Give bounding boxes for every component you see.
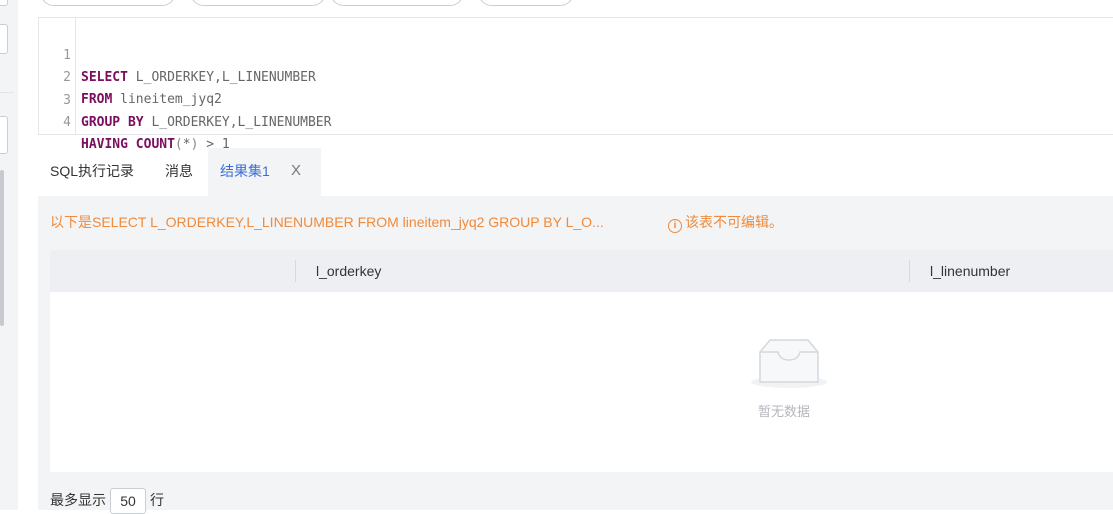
code-line: 4 HAVING COUNT(*) > 1 <box>39 90 230 152</box>
left-scrollbar[interactable] <box>0 170 4 326</box>
column-header-l-orderkey[interactable]: l_orderkey <box>316 250 381 292</box>
query-notice: 以下是SELECT L_ORDERKEY,L_LINENUMBER FROM l… <box>50 214 604 230</box>
column-divider[interactable] <box>909 260 910 282</box>
left-control[interactable] <box>0 116 8 154</box>
tab-sql-history[interactable]: SQL执行记录 <box>50 148 134 196</box>
tab-result-label: 结果集1 <box>220 163 270 179</box>
left-panel-strip <box>0 0 18 510</box>
code-line: 2 FROM lineitem_jyq2 <box>39 45 222 107</box>
left-control[interactable] <box>0 0 8 6</box>
column-header-l-linenumber[interactable]: l_linenumber <box>930 250 1010 292</box>
toolbar-button[interactable] <box>190 0 326 6</box>
tab-messages[interactable]: 消息 <box>165 148 193 196</box>
readonly-notice: i 该表不可编辑。 <box>668 212 783 233</box>
code-line: 1 SELECT L_ORDERKEY,L_LINENUMBER <box>39 23 316 85</box>
sql-text: L_ORDERKEY,L_LINENUMBER <box>143 115 332 130</box>
row-limit-input[interactable]: 50 <box>110 488 146 514</box>
sql-text: lineitem_jyq2 <box>112 92 222 107</box>
result-tabs: SQL执行记录 消息 结果集1 X <box>38 148 1113 196</box>
row-limit-prefix: 最多显示 <box>50 492 106 508</box>
row-limit-suffix: 行 <box>150 492 164 508</box>
info-icon: i <box>668 219 682 233</box>
line-number: 4 <box>63 115 71 130</box>
code-line: 3 GROUP BY L_ORDERKEY,L_LINENUMBER <box>39 68 331 130</box>
sql-keyword: SELECT <box>81 70 128 85</box>
sql-keyword: FROM <box>81 92 113 107</box>
left-divider <box>0 92 14 93</box>
empty-box-icon <box>751 339 827 388</box>
empty-state-text: 暂无数据 <box>758 404 811 419</box>
toolbar-button[interactable] <box>330 0 464 6</box>
toolbar-button[interactable] <box>40 0 176 6</box>
result-table: l_orderkey l_linenumber 暂无数据 <box>50 250 1113 472</box>
column-divider[interactable] <box>295 260 296 282</box>
table-header: l_orderkey l_linenumber <box>50 250 1113 292</box>
readonly-text: 该表不可编辑。 <box>685 214 783 230</box>
toolbar-button[interactable] <box>478 0 574 6</box>
close-icon[interactable]: X <box>291 148 301 194</box>
tab-result-set-1[interactable]: 结果集1 X <box>208 148 321 196</box>
left-control[interactable] <box>0 24 8 54</box>
sql-editor[interactable]: 1 SELECT L_ORDERKEY,L_LINENUMBER 2 FROM … <box>38 17 1113 152</box>
sql-text: L_ORDERKEY,L_LINENUMBER <box>127 70 316 85</box>
sql-keyword: GROUP BY <box>81 115 144 130</box>
